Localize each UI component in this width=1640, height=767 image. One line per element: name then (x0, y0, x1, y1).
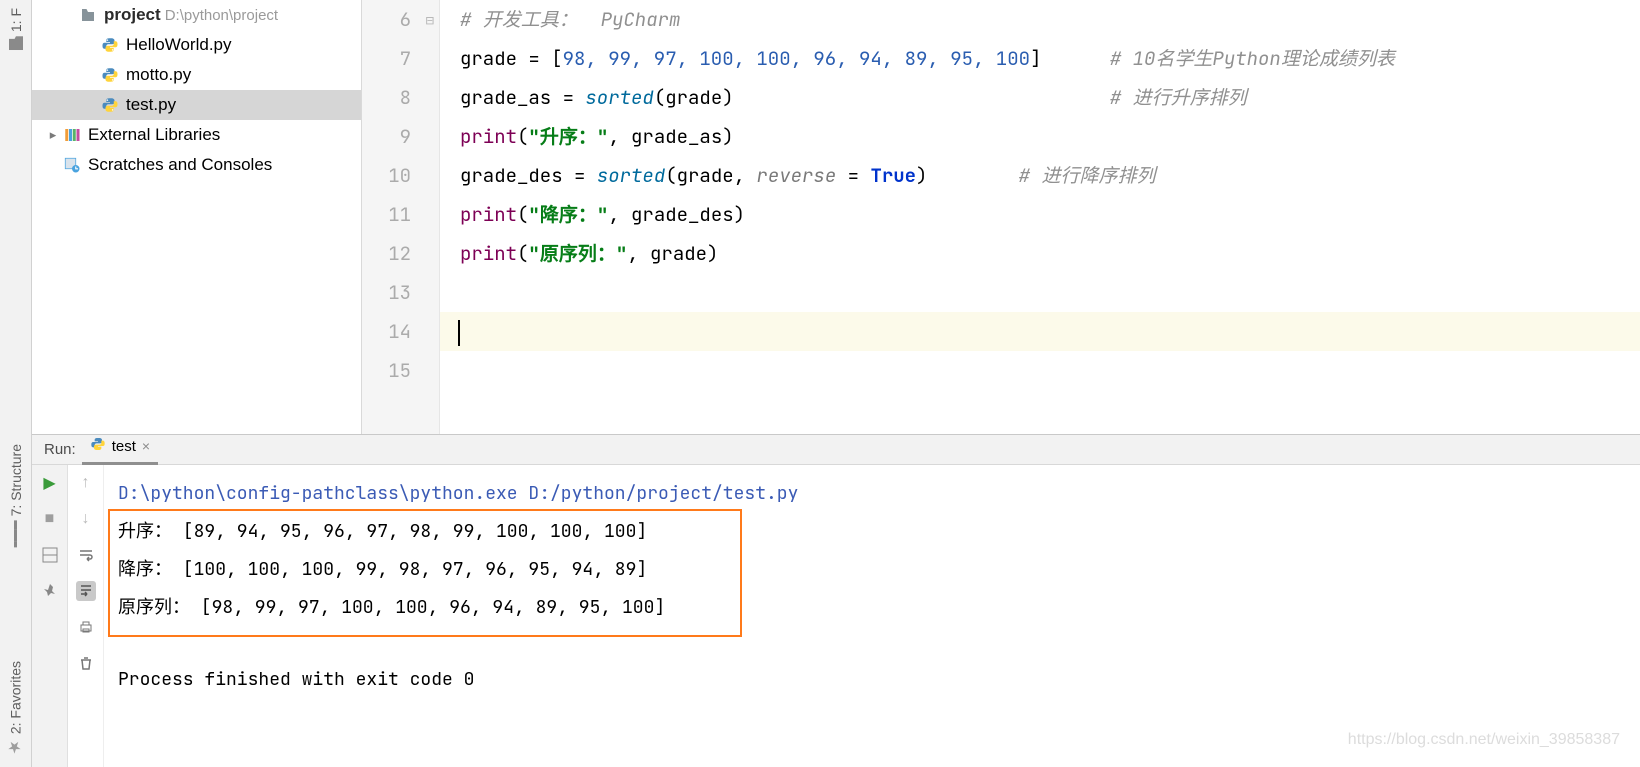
stop-button[interactable]: ■ (40, 509, 60, 529)
console-command: D:\python\config-pathclass\python.exe D:… (118, 475, 1626, 513)
console-output[interactable]: D:\python\config-pathclass\python.exe D:… (104, 465, 1640, 767)
line-number: 14 (388, 319, 411, 344)
close-icon[interactable]: × (142, 438, 150, 454)
run-tab-label: test (112, 438, 136, 455)
fold-icon[interactable]: ⊟ (420, 2, 434, 16)
console-line: 原序列： [98, 99, 97, 100, 100, 96, 94, 89, … (118, 589, 1626, 627)
tree-file[interactable]: motto.py (32, 60, 361, 90)
python-file-icon (100, 65, 120, 85)
tree-file[interactable]: HelloWorld.py (32, 30, 361, 60)
python-file-icon (100, 95, 120, 115)
code-line: print("降序：", grade_des) (440, 195, 1640, 234)
code-line: grade_des = sorted(grade, reverse = True… (440, 156, 1640, 195)
code-line: # 开发工具： PyCharm (440, 0, 1640, 39)
code-line (440, 351, 1640, 390)
console-line: 降序： [100, 100, 100, 99, 98, 97, 96, 95, … (118, 551, 1626, 589)
line-number: 10 (388, 163, 411, 188)
delete-button[interactable] (76, 653, 96, 673)
python-file-icon (90, 436, 106, 456)
tree-node-external[interactable]: External Libraries (32, 120, 361, 150)
sidebar-tab-label: 7: Structure (8, 444, 24, 516)
tree-file-selected[interactable]: test.py (32, 90, 361, 120)
folder-icon (9, 36, 23, 50)
console-line: 升序： [89, 94, 95, 96, 97, 98, 99, 100, 10… (118, 513, 1626, 551)
scroll-down-button[interactable]: ↓ (76, 509, 96, 529)
structure-icon (8, 521, 24, 548)
tree-node-project[interactable]: project D:\python\project (32, 0, 361, 30)
watermark: https://blog.csdn.net/weixin_39858387 (1348, 721, 1620, 759)
soft-wrap-button[interactable] (76, 545, 96, 565)
layout-button[interactable] (40, 545, 60, 565)
tree-label: project (104, 5, 161, 25)
python-file-icon (100, 35, 120, 55)
tree-label: HelloWorld.py (126, 35, 232, 55)
line-number: 15 (388, 358, 411, 383)
tree-label: Scratches and Consoles (88, 155, 272, 175)
sidebar-tab-label: 2: Favorites (8, 661, 24, 734)
libraries-icon (62, 125, 82, 145)
tree-label: test.py (126, 95, 176, 115)
line-number: 13 (388, 280, 411, 305)
line-number: 12 (388, 241, 411, 266)
run-panel: Run: test × ▶ ■ (32, 434, 1640, 767)
sidebar-tab-label: 1: F (8, 8, 24, 32)
code-lines[interactable]: # 开发工具： PyCharm grade = [98, 99, 97, 100… (440, 0, 1640, 434)
folder-icon (78, 5, 98, 25)
code-line-current (440, 312, 1640, 351)
line-number: 7 (400, 46, 411, 71)
print-button[interactable] (76, 617, 96, 637)
code-line: grade = [98, 99, 97, 100, 100, 96, 94, 8… (440, 39, 1640, 78)
text-cursor (458, 320, 460, 346)
project-tree[interactable]: project D:\python\project HelloWorld.py … (32, 0, 362, 434)
code-line (440, 273, 1640, 312)
tree-label: External Libraries (88, 125, 220, 145)
line-number: 6 (400, 7, 411, 32)
code-line: grade_as = sorted(grade) # 进行升序排列 (440, 78, 1640, 117)
line-number: 9 (400, 124, 411, 149)
sidebar-tab-project[interactable]: 1: F (6, 4, 26, 54)
sidebar-tab-favorites[interactable]: ★ 2: Favorites (4, 657, 27, 761)
editor-gutter: ⊟ 6 7 8 9 10 11 12 13 14 15 (362, 0, 440, 434)
chevron-right-icon (44, 127, 62, 143)
tree-path: D:\python\project (165, 7, 278, 24)
code-line: print("升序：", grade_as) (440, 117, 1640, 156)
scroll-to-end-button[interactable] (76, 581, 96, 601)
rerun-button[interactable]: ▶ (40, 473, 60, 493)
run-controls-secondary: ↑ ↓ (68, 465, 104, 767)
left-tool-strip: 1: F 7: Structure ★ 2: Favorites (0, 0, 32, 767)
code-editor[interactable]: ⊟ 6 7 8 9 10 11 12 13 14 15 # 开发工具： PyCha… (362, 0, 1640, 434)
scroll-up-button[interactable]: ↑ (76, 473, 96, 493)
run-label: Run: (44, 441, 76, 458)
tree-node-scratches[interactable]: Scratches and Consoles (32, 150, 361, 180)
star-icon: ★ (6, 738, 25, 757)
run-tab[interactable]: test × (82, 434, 158, 465)
sidebar-tab-structure[interactable]: 7: Structure (6, 440, 26, 551)
tree-label: motto.py (126, 65, 191, 85)
pin-button[interactable] (40, 581, 60, 601)
scratches-icon (62, 155, 82, 175)
line-number: 11 (388, 202, 411, 227)
console-exit: Process finished with exit code 0 (118, 661, 1626, 699)
code-line: print("原序列：", grade) (440, 234, 1640, 273)
run-controls-primary: ▶ ■ (32, 465, 68, 767)
line-number: 8 (400, 85, 411, 110)
run-header: Run: test × (32, 435, 1640, 465)
